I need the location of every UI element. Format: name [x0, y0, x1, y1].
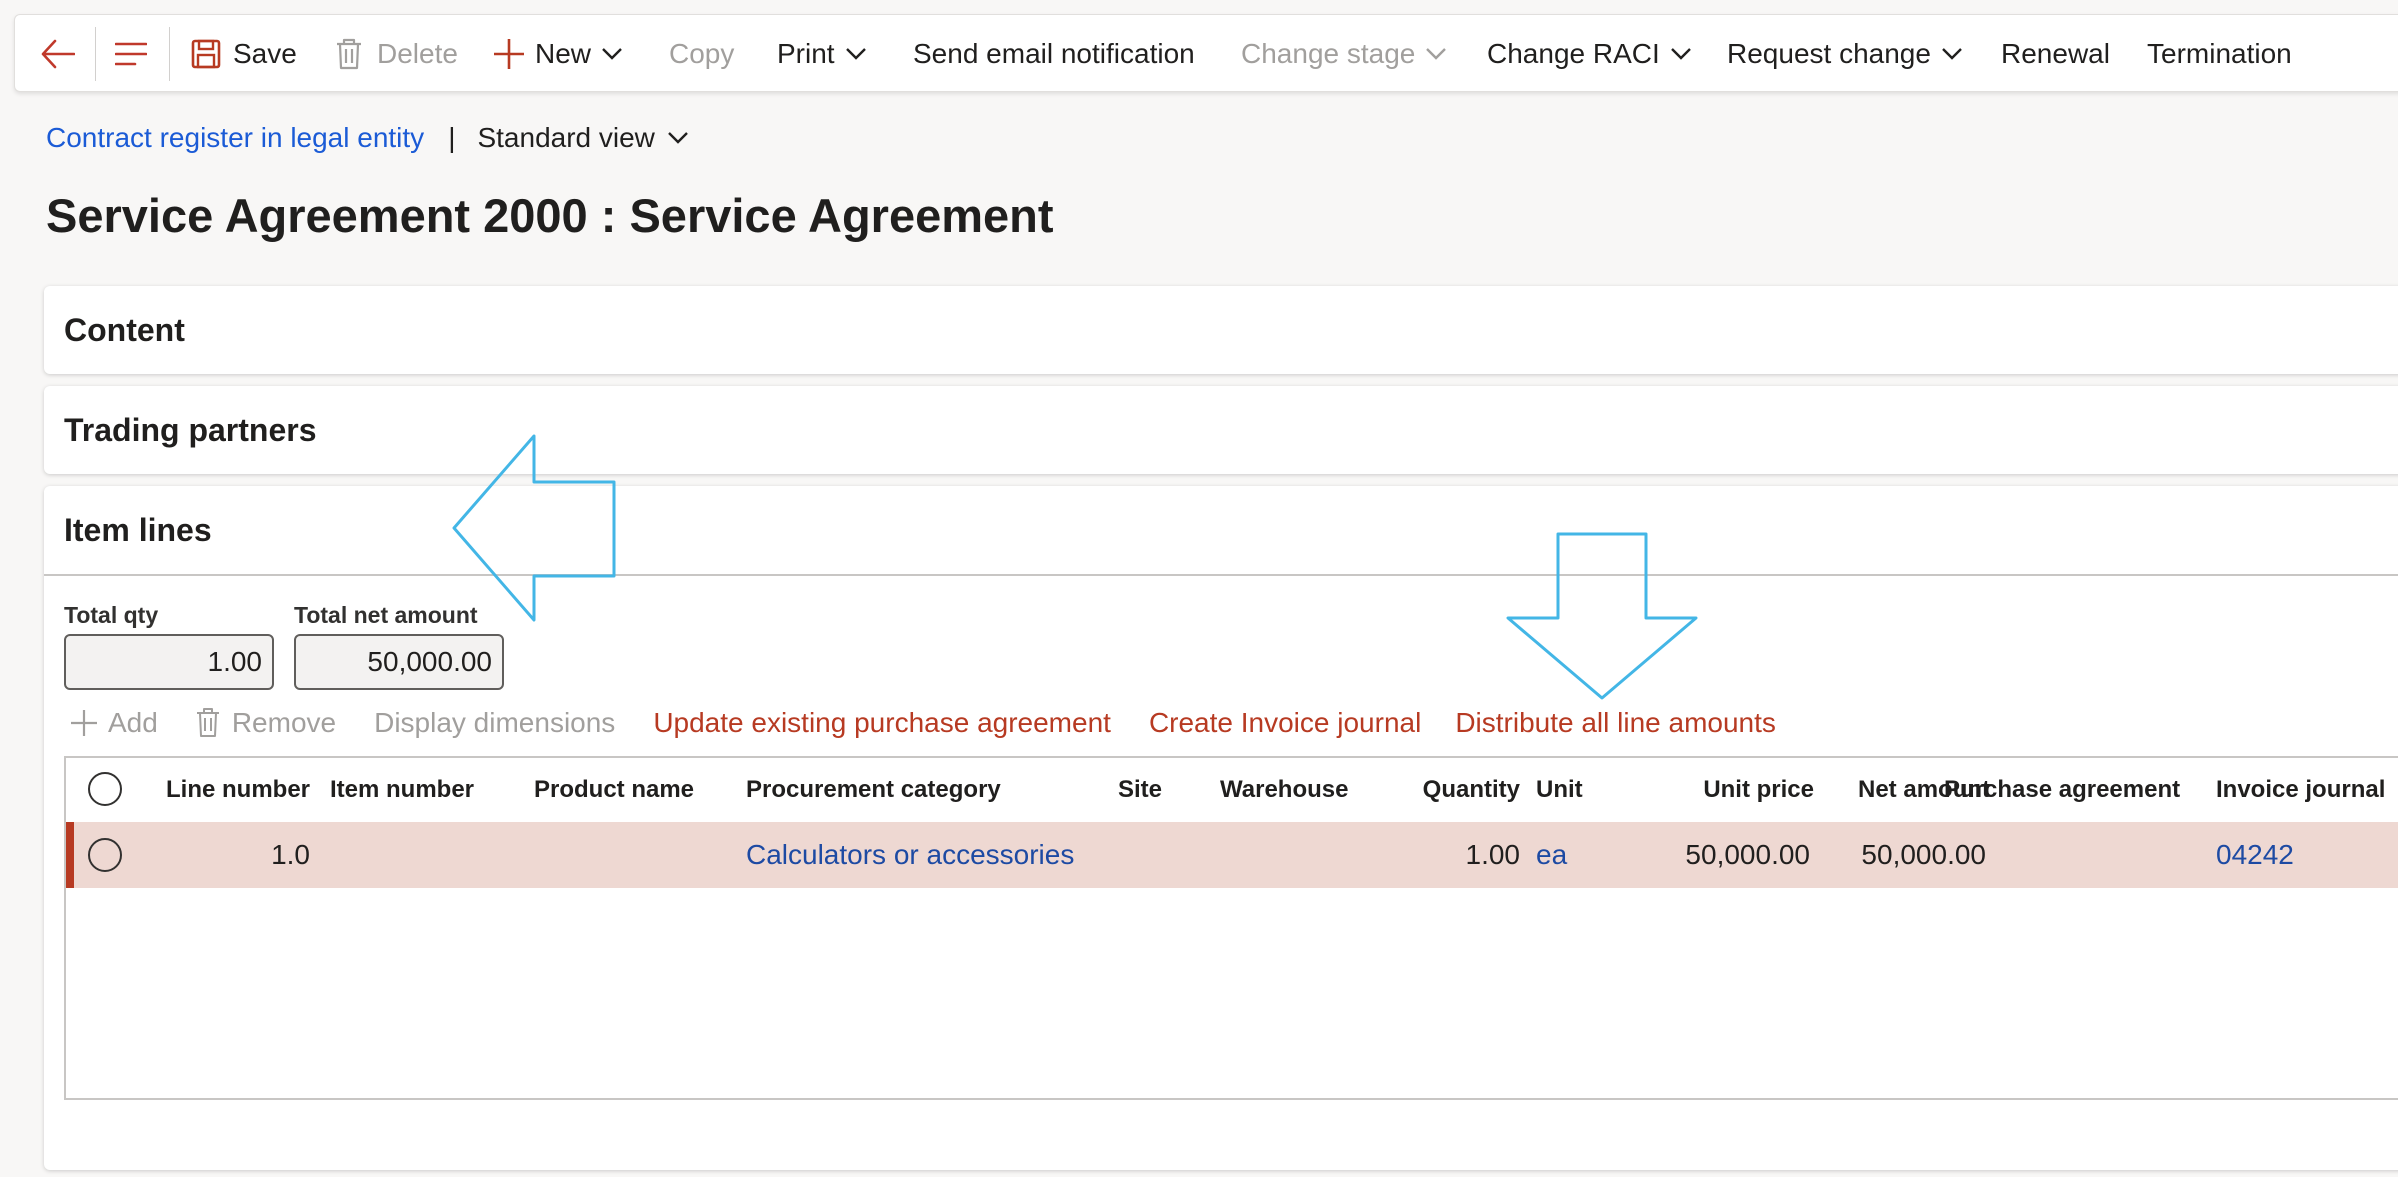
add-line-button[interactable]: Add [70, 707, 158, 739]
change-stage-button[interactable]: Change stage [1241, 15, 1447, 93]
new-button[interactable]: New [493, 15, 623, 93]
options-menu-button[interactable] [115, 15, 147, 93]
column-header-purchase-agreement[interactable]: Purchase agreement [1944, 758, 2180, 822]
renewal-label: Renewal [2001, 38, 2110, 69]
delete-trash-icon [337, 38, 361, 70]
plus-icon [494, 39, 524, 69]
column-header-warehouse[interactable]: Warehouse [1220, 758, 1348, 822]
chevron-down-icon [1942, 48, 1962, 60]
toolbar-separator [95, 27, 96, 81]
column-header-site[interactable]: Site [1118, 758, 1162, 822]
column-header-invoice-journal[interactable]: Invoice journal [2216, 758, 2385, 822]
left-arrow-annotation [452, 434, 616, 622]
selected-row-indicator [66, 822, 74, 888]
delete-button[interactable]: Delete [335, 15, 458, 93]
column-header-product-name[interactable]: Product name [534, 758, 694, 822]
cell-line-number[interactable]: 1.0 [166, 822, 310, 888]
total-qty-label: Total qty [64, 602, 159, 628]
cell-quantity[interactable]: 1.00 [1396, 822, 1521, 888]
update-purchase-agreement-label: Update existing purchase agreement [653, 707, 1111, 738]
trading-partners-fasttab[interactable]: Trading partners [44, 386, 2398, 474]
remove-line-label: Remove [231, 707, 337, 738]
trading-partners-fasttab-title: Trading partners [64, 412, 317, 448]
cell-invoice-journal[interactable]: 04242 [2216, 822, 2294, 888]
breadcrumb: Contract register in legal entity | Stan… [46, 118, 689, 158]
hamburger-menu-icon [115, 42, 147, 66]
cell-unit[interactable]: ea [1536, 822, 1567, 888]
delete-label: Delete [377, 38, 458, 69]
create-invoice-journal-button[interactable]: Create Invoice journal [1149, 707, 1421, 739]
change-raci-button[interactable]: Change RACI [1487, 15, 1692, 93]
print-button[interactable]: Print [777, 15, 867, 93]
column-header-item-number[interactable]: Item number [330, 758, 474, 822]
change-stage-label: Change stage [1241, 38, 1416, 69]
copy-label: Copy [669, 38, 735, 69]
content-fasttab[interactable]: Content [44, 286, 2398, 374]
create-invoice-journal-label: Create Invoice journal [1148, 707, 1422, 738]
content-fasttab-title: Content [64, 312, 185, 348]
view-selector[interactable]: Standard view [477, 122, 688, 154]
chevron-down-icon [845, 48, 866, 60]
item-lines-fasttab: Item lines Total qty 1.00 Total net amou… [44, 486, 2398, 1170]
save-label: Save [233, 38, 297, 69]
display-dimensions-button[interactable]: Display dimensions [374, 707, 615, 739]
toolbar-separator [169, 27, 170, 81]
down-arrow-annotation [1506, 532, 1698, 700]
view-selector-label: Standard view [477, 122, 655, 153]
select-all-radio-icon[interactable] [88, 772, 122, 806]
total-qty-field: 1.00 [64, 634, 274, 690]
cell-net-amount[interactable]: 50,000.00 [1806, 822, 1986, 888]
send-email-notification-button[interactable]: Send email notification [913, 15, 1195, 93]
item-lines-fasttab-title[interactable]: Item lines [64, 512, 212, 549]
column-header-unit-price[interactable]: Unit price [1626, 758, 1814, 822]
distribute-line-amounts-label: Distribute all line amounts [1455, 707, 1776, 738]
update-purchase-agreement-button[interactable]: Update existing purchase agreement [653, 707, 1111, 739]
change-raci-label: Change RACI [1487, 38, 1660, 69]
grid-header: Line number Item number Product name Pro… [66, 758, 2398, 823]
chevron-down-icon [668, 132, 688, 144]
grid-toolbar: Add Remove Display dimensions Update exi… [70, 698, 1814, 748]
chevron-down-icon [602, 48, 622, 60]
column-header-procurement-category[interactable]: Procurement category [746, 758, 1001, 822]
termination-label: Termination [2147, 38, 2292, 69]
remove-line-button[interactable]: Remove [196, 707, 336, 739]
send-email-label: Send email notification [913, 38, 1195, 69]
row-select-radio-icon[interactable] [88, 838, 122, 872]
request-change-button[interactable]: Request change [1727, 15, 1963, 93]
copy-button[interactable]: Copy [669, 15, 734, 93]
action-pane: Save Delete New Copy Print Send email no… [14, 14, 2398, 92]
item-lines-grid: Line number Item number Product name Pro… [64, 756, 2398, 1100]
chevron-down-icon [1426, 48, 1447, 60]
page-title: Service Agreement 2000 : Service Agreeme… [46, 189, 1054, 242]
print-label: Print [777, 38, 835, 69]
request-change-label: Request change [1727, 38, 1931, 69]
column-header-unit[interactable]: Unit [1536, 758, 1583, 822]
column-header-line-number[interactable]: Line number [166, 758, 310, 822]
total-net-amount-field: 50,000.00 [294, 634, 504, 690]
cell-unit-price[interactable]: 50,000.00 [1626, 822, 1810, 888]
delete-trash-icon [196, 708, 219, 737]
table-row[interactable]: 1.0 Calculators or accessories 1.00 ea 5… [66, 822, 2398, 888]
back-arrow-icon [41, 39, 75, 69]
distribute-line-amounts-button[interactable]: Distribute all line amounts [1455, 707, 1776, 739]
breadcrumb-link[interactable]: Contract register in legal entity [46, 122, 424, 154]
cell-procurement-category[interactable]: Calculators or accessories [746, 822, 1074, 888]
section-divider [44, 574, 2398, 576]
new-label: New [535, 38, 592, 69]
back-button[interactable] [41, 15, 75, 93]
termination-button[interactable]: Termination [2147, 15, 2292, 93]
add-line-label: Add [108, 707, 158, 738]
display-dimensions-label: Display dimensions [374, 707, 616, 738]
renewal-button[interactable]: Renewal [2001, 15, 2110, 93]
plus-icon [71, 710, 97, 736]
save-button[interactable]: Save [191, 15, 297, 93]
column-header-quantity[interactable]: Quantity [1396, 758, 1520, 822]
save-icon [191, 39, 221, 69]
breadcrumb-separator: | [448, 122, 456, 153]
chevron-down-icon [1670, 48, 1691, 60]
